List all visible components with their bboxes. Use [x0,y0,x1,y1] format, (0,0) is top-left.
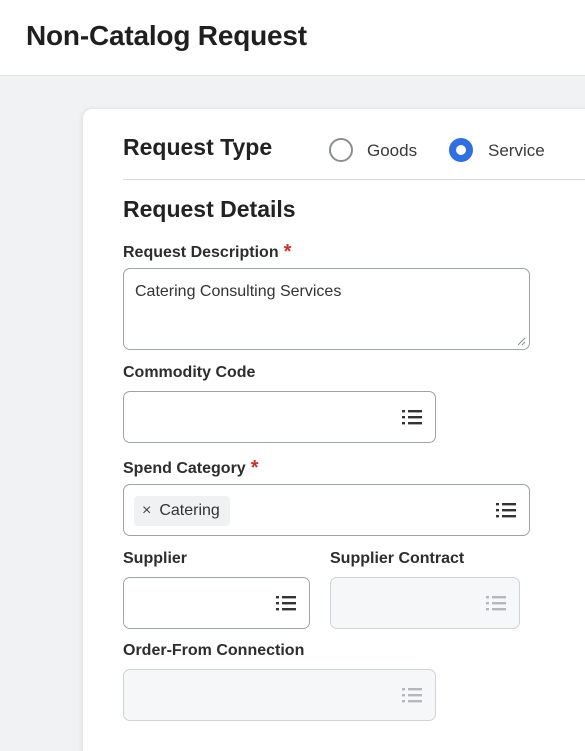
commodity-code-label: Commodity Code [123,364,256,381]
goods-radio-label[interactable]: Goods [367,141,417,161]
list-icon [486,596,506,611]
section-divider [123,179,585,180]
request-description-label-text: Request Description [123,244,279,261]
list-icon [402,688,422,703]
required-asterisk: * [250,457,259,479]
supplier-contract-label: Supplier Contract [330,550,465,567]
spend-category-label: Spend Category * [123,456,258,479]
order-from-connection-input [123,669,436,721]
remove-chip-icon[interactable]: × [142,502,151,520]
commodity-code-input[interactable] [123,391,436,443]
list-icon[interactable] [275,593,297,613]
spend-category-label-text: Spend Category [123,460,246,477]
request-description-value: Catering Consulting Services [135,283,342,300]
supplier-contract-input [330,577,520,629]
spend-category-chip-label: Catering [159,502,220,519]
list-icon[interactable] [495,500,517,520]
page-header: Non-Catalog Request [0,0,585,76]
spend-category-input[interactable]: × Catering [123,484,530,536]
service-radio-label[interactable]: Service [488,141,545,161]
resize-handle-icon[interactable] [516,336,526,346]
required-asterisk: * [283,241,292,263]
spend-category-chip: × Catering [134,496,230,526]
request-description-label: Request Description * [123,240,291,263]
request-details-heading: Request Details [123,196,296,222]
order-from-connection-label: Order-From Connection [123,642,305,659]
list-icon[interactable] [401,407,423,427]
supplier-label: Supplier [123,550,188,567]
request-type-heading: Request Type [123,134,273,160]
goods-radio[interactable] [329,138,353,162]
request-description-textarea[interactable]: Catering Consulting Services [123,268,530,350]
page-title: Non-Catalog Request [26,20,307,51]
service-radio[interactable] [449,138,473,162]
supplier-input[interactable] [123,577,310,629]
